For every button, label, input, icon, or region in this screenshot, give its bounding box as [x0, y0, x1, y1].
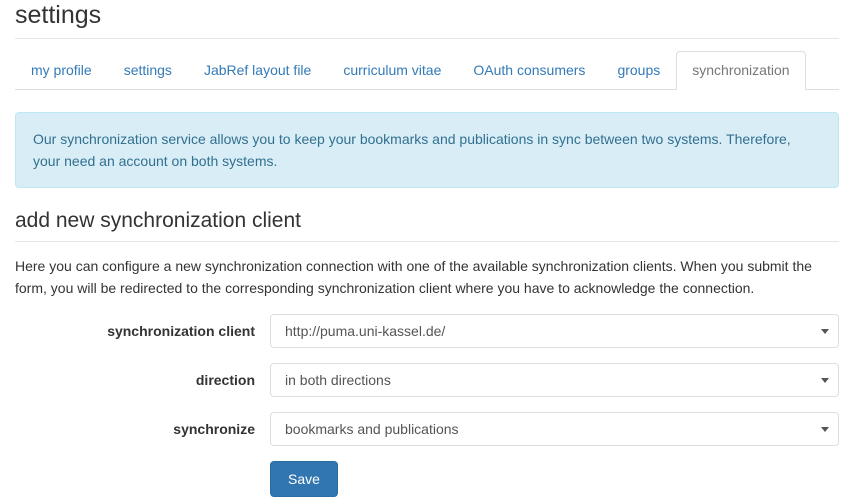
- page-title: settings: [15, 1, 102, 29]
- tab-my-profile-link[interactable]: my profile: [15, 51, 108, 90]
- synchronize-control: bookmarks and publications: [270, 411, 839, 446]
- tab-settings-link[interactable]: settings: [108, 51, 188, 90]
- section-header: add new synchronization client: [15, 209, 839, 243]
- direction-label: direction: [195, 371, 255, 388]
- tab-jabref-layout-file-link[interactable]: JabRef layout file: [188, 51, 327, 90]
- synchronize-label: synchronize: [173, 420, 255, 437]
- synchronization-client-label: synchronization client: [107, 322, 255, 339]
- tab-curriculum-vitae-link[interactable]: curriculum vitae: [327, 51, 457, 90]
- tab-synchronization[interactable]: synchronization: [676, 50, 806, 90]
- direction-select[interactable]: in both directions: [270, 362, 839, 397]
- add-synchronization-client-form: synchronization client http://puma.uni-k…: [15, 313, 839, 497]
- tab-my-profile[interactable]: my profile: [15, 51, 108, 90]
- tab-groups[interactable]: groups: [601, 51, 676, 90]
- field-direction: direction in both directions: [15, 362, 839, 397]
- form-actions-spacer: [15, 461, 270, 497]
- tab-settings[interactable]: settings: [108, 51, 188, 90]
- tab-jabref-layout-file[interactable]: JabRef layout file: [188, 51, 327, 90]
- settings-page: settings my profile settings JabRef layo…: [0, 0, 854, 504]
- synchronization-client-control: http://puma.uni-kassel.de/: [270, 313, 839, 348]
- tab-groups-link[interactable]: groups: [601, 51, 676, 90]
- tab-oauth-consumers[interactable]: OAuth consumers: [457, 51, 601, 90]
- save-button[interactable]: Save: [270, 460, 338, 497]
- section-title: add new synchronization client: [15, 209, 302, 233]
- settings-tabs: my profile settings JabRef layout file c…: [15, 50, 839, 90]
- info-alert: Our synchronization service allows you t…: [15, 111, 839, 189]
- synchronize-select[interactable]: bookmarks and publications: [270, 411, 839, 446]
- tab-oauth-consumers-link[interactable]: OAuth consumers: [457, 51, 601, 90]
- tab-curriculum-vitae[interactable]: curriculum vitae: [327, 51, 457, 90]
- direction-control: in both directions: [270, 362, 839, 397]
- form-actions: Save: [15, 460, 839, 497]
- field-synchronization-client: synchronization client http://puma.uni-k…: [15, 313, 839, 348]
- synchronization-client-select[interactable]: http://puma.uni-kassel.de/: [270, 313, 839, 348]
- tab-synchronization-link[interactable]: synchronization: [676, 50, 806, 90]
- section-description: Here you can configure a new synchroniza…: [15, 258, 812, 297]
- page-header: settings: [15, 0, 839, 39]
- field-synchronize: synchronize bookmarks and publications: [15, 411, 839, 446]
